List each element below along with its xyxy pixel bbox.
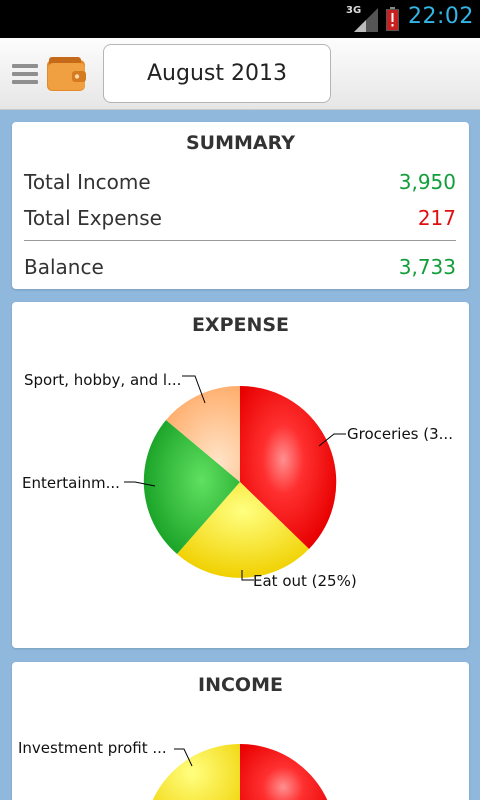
status-time: 22:02 xyxy=(408,4,474,29)
expense-card: EXPENSE Groceries (3... Eat out (25%) En… xyxy=(12,302,469,648)
balance-row: Balance 3,733 xyxy=(24,255,456,279)
total-expense-value: 217 xyxy=(417,206,456,230)
label-investment: Investment profit ... xyxy=(18,739,167,757)
signal-icon xyxy=(354,8,378,32)
label-groceries: Groceries (3... xyxy=(347,425,453,443)
total-income-value: 3,950 xyxy=(398,170,456,194)
total-income-row: Total Income 3,950 xyxy=(24,170,456,194)
app-bar: August 2013 xyxy=(0,38,480,110)
balance-value: 3,733 xyxy=(398,255,456,279)
income-pie-chart[interactable]: Investment profit ... xyxy=(12,662,469,800)
summary-divider xyxy=(24,240,456,241)
battery-alert-icon xyxy=(386,7,399,31)
label-sport: Sport, hobby, and l... xyxy=(24,371,181,389)
slice-income-red[interactable] xyxy=(240,744,336,800)
income-card: INCOME Investment profit ... xyxy=(12,662,469,800)
expense-pie-chart[interactable]: Groceries (3... Eat out (25%) Entertainm… xyxy=(12,302,469,648)
status-bar: 3G 22:02 xyxy=(0,0,480,38)
summary-title: SUMMARY xyxy=(186,132,295,154)
label-eat-out: Eat out (25%) xyxy=(253,572,357,590)
wallet-icon[interactable] xyxy=(46,55,88,93)
label-entertainment: Entertainm... xyxy=(22,474,120,492)
total-expense-row: Total Expense 217 xyxy=(24,206,456,230)
summary-card: SUMMARY Total Income 3,950 Total Expense… xyxy=(12,122,469,289)
balance-label: Balance xyxy=(24,255,104,279)
total-expense-label: Total Expense xyxy=(24,206,162,230)
month-selector-button[interactable]: August 2013 xyxy=(103,44,331,103)
total-income-label: Total Income xyxy=(24,170,151,194)
menu-icon[interactable] xyxy=(12,64,38,86)
